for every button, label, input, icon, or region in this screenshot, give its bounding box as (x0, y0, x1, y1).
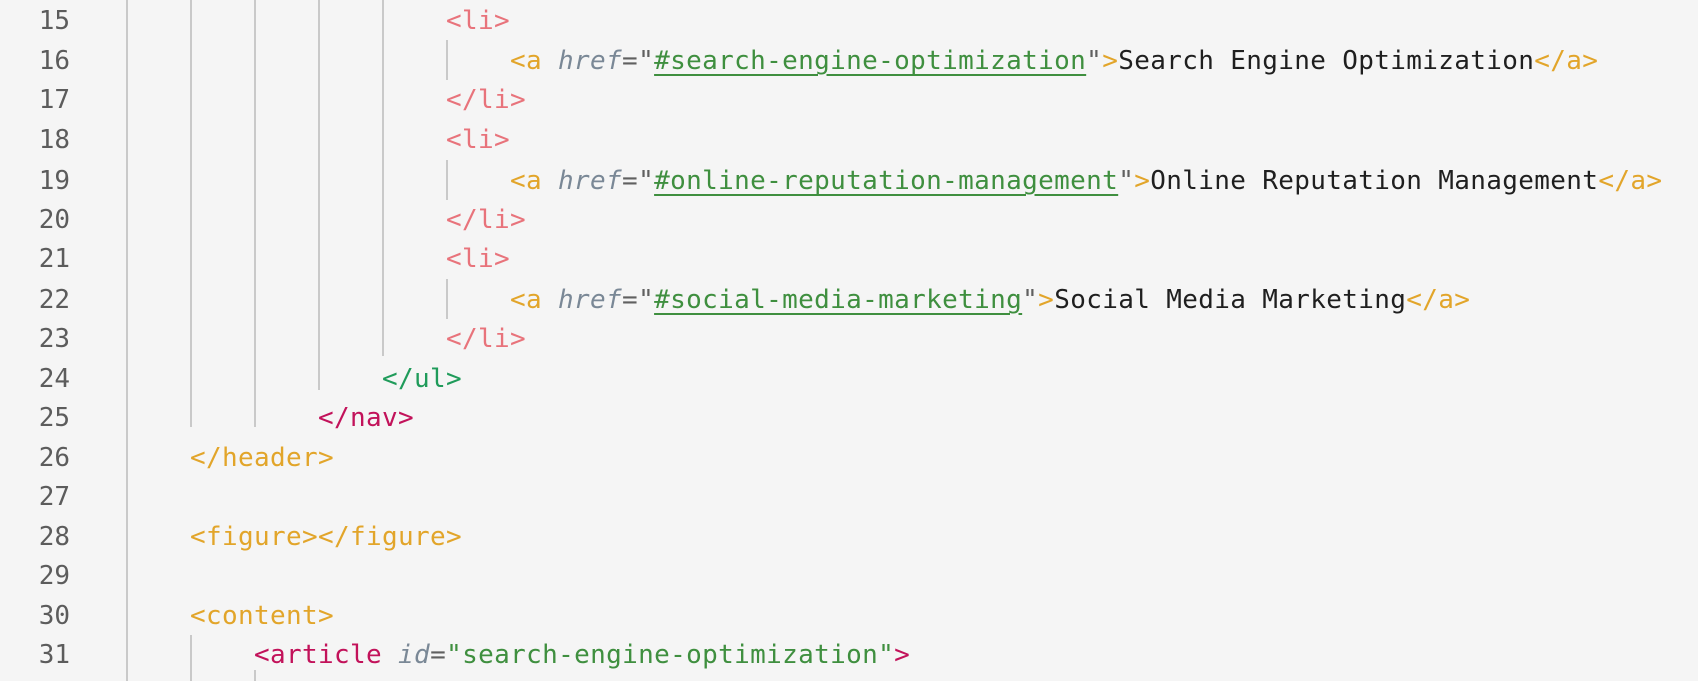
a-close-tag: </a> (1534, 46, 1599, 76)
tag-close-bracket: > (894, 640, 911, 670)
figure-open-tag: <figure> (190, 522, 319, 552)
code-line[interactable]: 23 </li> (0, 319, 1698, 359)
quote-mark: " (1118, 166, 1135, 196)
li-open-tag: <li> (446, 6, 511, 36)
line-number: 27 (38, 482, 70, 512)
li-close-tag: </li> (446, 205, 527, 235)
line-number: 22 (38, 285, 70, 315)
li-close-tag: </li> (446, 85, 527, 115)
link-text: Search Engine Optimization (1118, 46, 1535, 76)
line-number: 20 (38, 205, 70, 235)
a-open-tag: <a (510, 285, 543, 315)
li-open-tag: <li> (446, 125, 511, 155)
li-open-tag: <li> (446, 244, 511, 274)
a-close-tag: </a> (1598, 166, 1663, 196)
line-number: 25 (38, 403, 70, 433)
line-number: 26 (38, 443, 70, 473)
attribute-name: href (558, 46, 623, 76)
code-line[interactable]: 16 <a href="#search-engine-optimization"… (0, 41, 1698, 81)
href-link[interactable]: #search-engine-optimization (654, 46, 1086, 76)
href-link[interactable]: #online-reputation-management (654, 166, 1118, 196)
article-open-tag: <article (254, 640, 383, 670)
line-number: 15 (38, 6, 70, 36)
header-close-tag: </header> (190, 443, 335, 473)
code-line[interactable]: 20 </li> (0, 200, 1698, 240)
line-number: 17 (38, 85, 70, 115)
nav-close-tag: </nav> (318, 403, 415, 433)
tag-close-bracket: > (1134, 166, 1151, 196)
quote-mark: " (1086, 46, 1103, 76)
code-line[interactable]: 24 </ul> (0, 359, 1698, 399)
line-number: 24 (38, 364, 70, 394)
code-line[interactable]: 30 <content> (0, 596, 1698, 636)
quote-mark: " (638, 46, 655, 76)
attribute-name: id (398, 640, 431, 670)
li-close-tag: </li> (446, 324, 527, 354)
attribute-name: href (558, 166, 623, 196)
code-line[interactable]: 17 </li> (0, 80, 1698, 120)
equals-sign: = (622, 46, 639, 76)
code-line[interactable]: 26 </header> (0, 438, 1698, 478)
code-line[interactable]: 28 <figure></figure> (0, 517, 1698, 557)
line-number: 28 (38, 522, 70, 552)
quote-mark: " (638, 166, 655, 196)
quote-mark: " (1022, 285, 1039, 315)
code-line[interactable]: 31 <article id="search-engine-optimizati… (0, 635, 1698, 675)
a-open-tag: <a (510, 166, 543, 196)
code-line[interactable]: 15 <li> (0, 1, 1698, 41)
line-number: 18 (38, 125, 70, 155)
link-text: Social Media Marketing (1054, 285, 1407, 315)
code-line[interactable]: 18 <li> (0, 120, 1698, 160)
tag-close-bracket: > (1038, 285, 1055, 315)
equals-sign: = (430, 640, 447, 670)
attribute-value: "search-engine-optimization" (446, 640, 895, 670)
line-number: 23 (38, 324, 70, 354)
line-number: 16 (38, 46, 70, 76)
link-text: Online Reputation Management (1150, 166, 1599, 196)
line-number: 19 (38, 166, 70, 196)
a-close-tag: </a> (1406, 285, 1471, 315)
line-number: 21 (38, 244, 70, 274)
quote-mark: " (638, 285, 655, 315)
line-number: 29 (38, 561, 70, 591)
ul-close-tag: </ul> (382, 364, 463, 394)
code-line[interactable]: 25 </nav> (0, 398, 1698, 438)
a-open-tag: <a (510, 46, 543, 76)
code-line[interactable]: 21 <li> (0, 239, 1698, 279)
content-open-tag: <content> (190, 601, 335, 631)
code-line[interactable]: 29 (0, 556, 1698, 596)
attribute-name: href (558, 285, 623, 315)
line-number: 31 (38, 640, 70, 670)
code-line[interactable]: 19 <a href="#online-reputation-managemen… (0, 161, 1698, 201)
tag-close-bracket: > (1102, 46, 1119, 76)
href-link[interactable]: #social-media-marketing (654, 285, 1022, 315)
figure-close-tag: </figure> (318, 522, 463, 552)
code-editor[interactable]: 15 <li> 16 <a href="#search-engine-optim… (0, 0, 1698, 681)
code-line[interactable]: 22 <a href="#social-media-marketing">Soc… (0, 280, 1698, 320)
equals-sign: = (622, 166, 639, 196)
code-line[interactable]: 27 (0, 477, 1698, 517)
equals-sign: = (622, 285, 639, 315)
line-number: 30 (38, 601, 70, 631)
